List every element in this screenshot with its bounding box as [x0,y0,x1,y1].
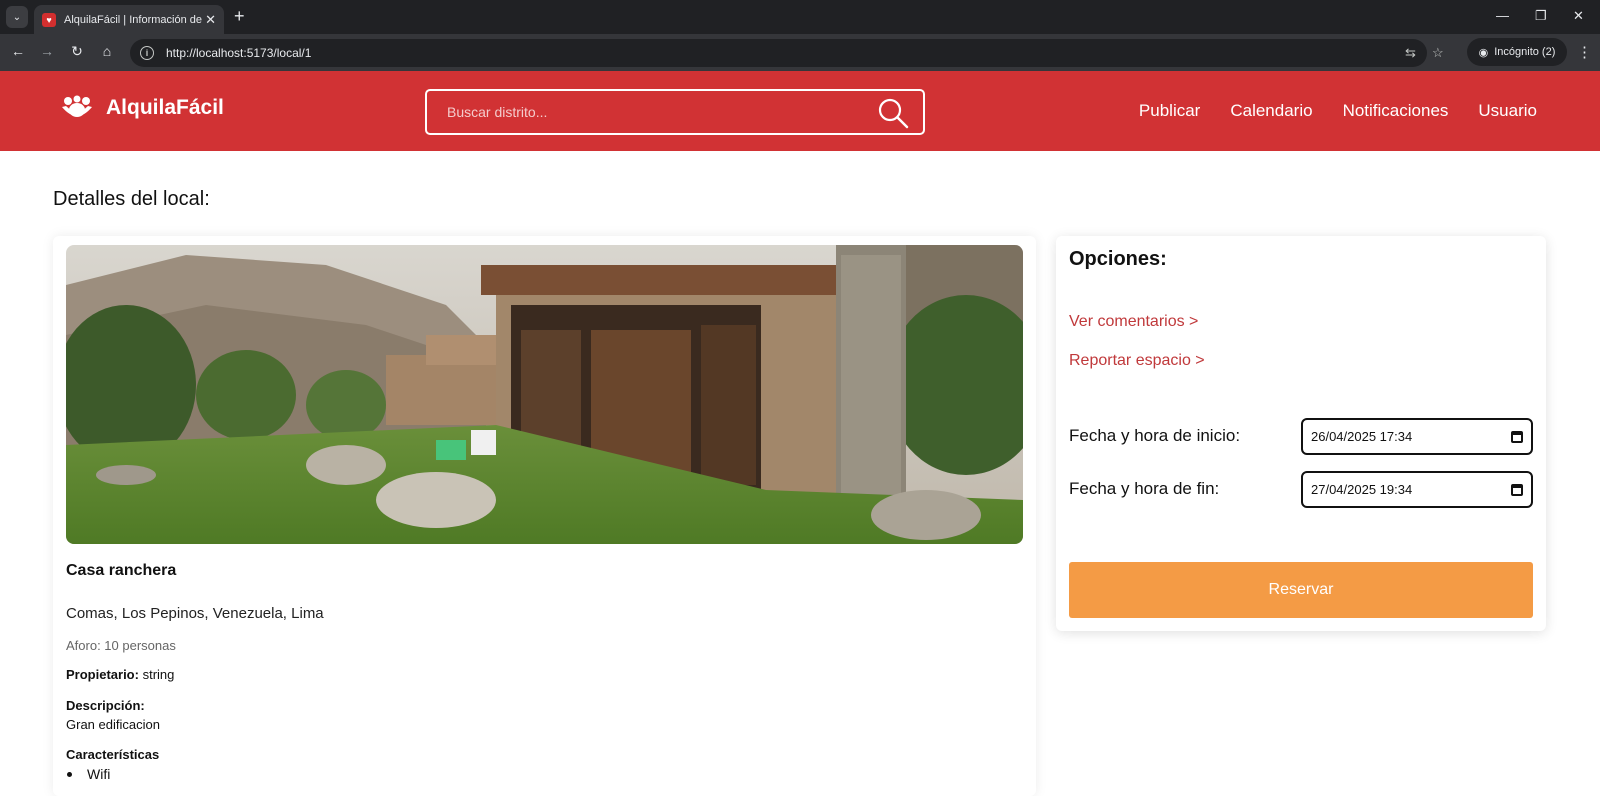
local-capacity: Aforo: 10 personas [66,638,176,653]
start-datetime-value: 26/04/2025 17:34 [1311,429,1413,444]
owner-row: Propietario: string [66,667,174,682]
nav-calendario[interactable]: Calendario [1230,101,1312,121]
description-label: Descripción: [66,698,145,713]
forward-icon[interactable]: → [37,43,57,59]
reload-icon[interactable]: ↻ [67,43,87,60]
back-icon[interactable]: ← [8,43,28,59]
tab-search-icon[interactable]: ⌄ [6,6,28,28]
browser-menu-icon[interactable]: ⋮ [1577,43,1592,61]
brand-name: AlquilaFácil [106,96,224,119]
owner-label: Propietario: [66,667,139,682]
url-text: http://localhost:5173/local/1 [166,46,312,60]
calendar-icon[interactable] [1511,483,1523,496]
search-icon[interactable] [877,97,909,129]
nav-notificaciones[interactable]: Notificaciones [1343,101,1449,121]
tab-title: AlquilaFácil | Información de es [64,13,204,26]
end-datetime-input[interactable]: 27/04/2025 19:34 [1301,471,1533,508]
logo-icon [62,95,92,117]
brand-logo[interactable]: AlquilaFácil [60,95,224,121]
options-title: Opciones: [1069,248,1167,270]
local-details-card: Casa ranchera Comas, Los Pepinos, Venezu… [53,236,1036,796]
site-info-icon[interactable]: i [140,46,154,60]
browser-tabbar: ⌄ ♥ AlquilaFácil | Información de es ✕ +… [0,0,1600,34]
search-box [425,89,925,135]
feature-item: Wifi [66,766,111,782]
close-window-icon[interactable]: ✕ [1573,8,1584,24]
start-datetime-input[interactable]: 26/04/2025 17:34 [1301,418,1533,455]
owner-value: string [142,667,175,682]
reserve-button[interactable]: Reservar [1069,562,1533,618]
browser-tab[interactable]: ♥ AlquilaFácil | Información de es ✕ [34,5,224,34]
end-date-label: Fecha y hora de fin: [1069,479,1220,498]
favicon-icon: ♥ [42,12,56,27]
minimize-icon[interactable]: — [1496,8,1509,23]
search-input[interactable] [447,104,867,120]
options-card: Opciones: Ver comentarios > Reportar esp… [1056,236,1546,631]
local-address: Comas, Los Pepinos, Venezuela, Lima [66,605,324,622]
site-header: AlquilaFácil Publicar Calendario Notific… [0,71,1600,151]
description-text: Gran edificacion [66,717,160,732]
browser-toolbar: ← → ↻ ⌂ i http://localhost:5173/local/1 … [0,34,1600,71]
main-nav: Publicar Calendario Notificaciones Usuar… [1139,101,1537,121]
view-comments-link[interactable]: Ver comentarios > [1069,313,1198,331]
start-date-label: Fecha y hora de inicio: [1069,426,1241,445]
nav-publicar[interactable]: Publicar [1139,101,1200,121]
features-list: Wifi [66,766,111,782]
tab-close-icon[interactable]: ✕ [205,12,216,28]
translate-icon[interactable]: ⇆ [1405,45,1416,61]
nav-usuario[interactable]: Usuario [1478,101,1537,121]
bookmark-star-icon[interactable]: ☆ [1432,45,1444,61]
local-photo [66,245,1023,544]
end-datetime-value: 27/04/2025 19:34 [1311,482,1413,497]
address-bar[interactable]: i http://localhost:5173/local/1 ⇆ ☆ [130,39,1444,67]
local-name: Casa ranchera [66,562,177,579]
incognito-label: Incógnito (2) [1494,46,1556,58]
calendar-icon[interactable] [1511,430,1523,443]
restore-icon[interactable]: ❐ [1535,8,1547,24]
features-label: Características [66,747,160,762]
new-tab-icon[interactable]: + [234,7,245,25]
incognito-icon: ◉ [1478,46,1489,59]
incognito-badge[interactable]: ◉ Incógnito (2) [1467,38,1567,66]
page-title: Detalles del local: [53,188,210,210]
home-icon[interactable]: ⌂ [97,43,117,59]
report-space-link[interactable]: Reportar espacio > [1069,352,1205,370]
